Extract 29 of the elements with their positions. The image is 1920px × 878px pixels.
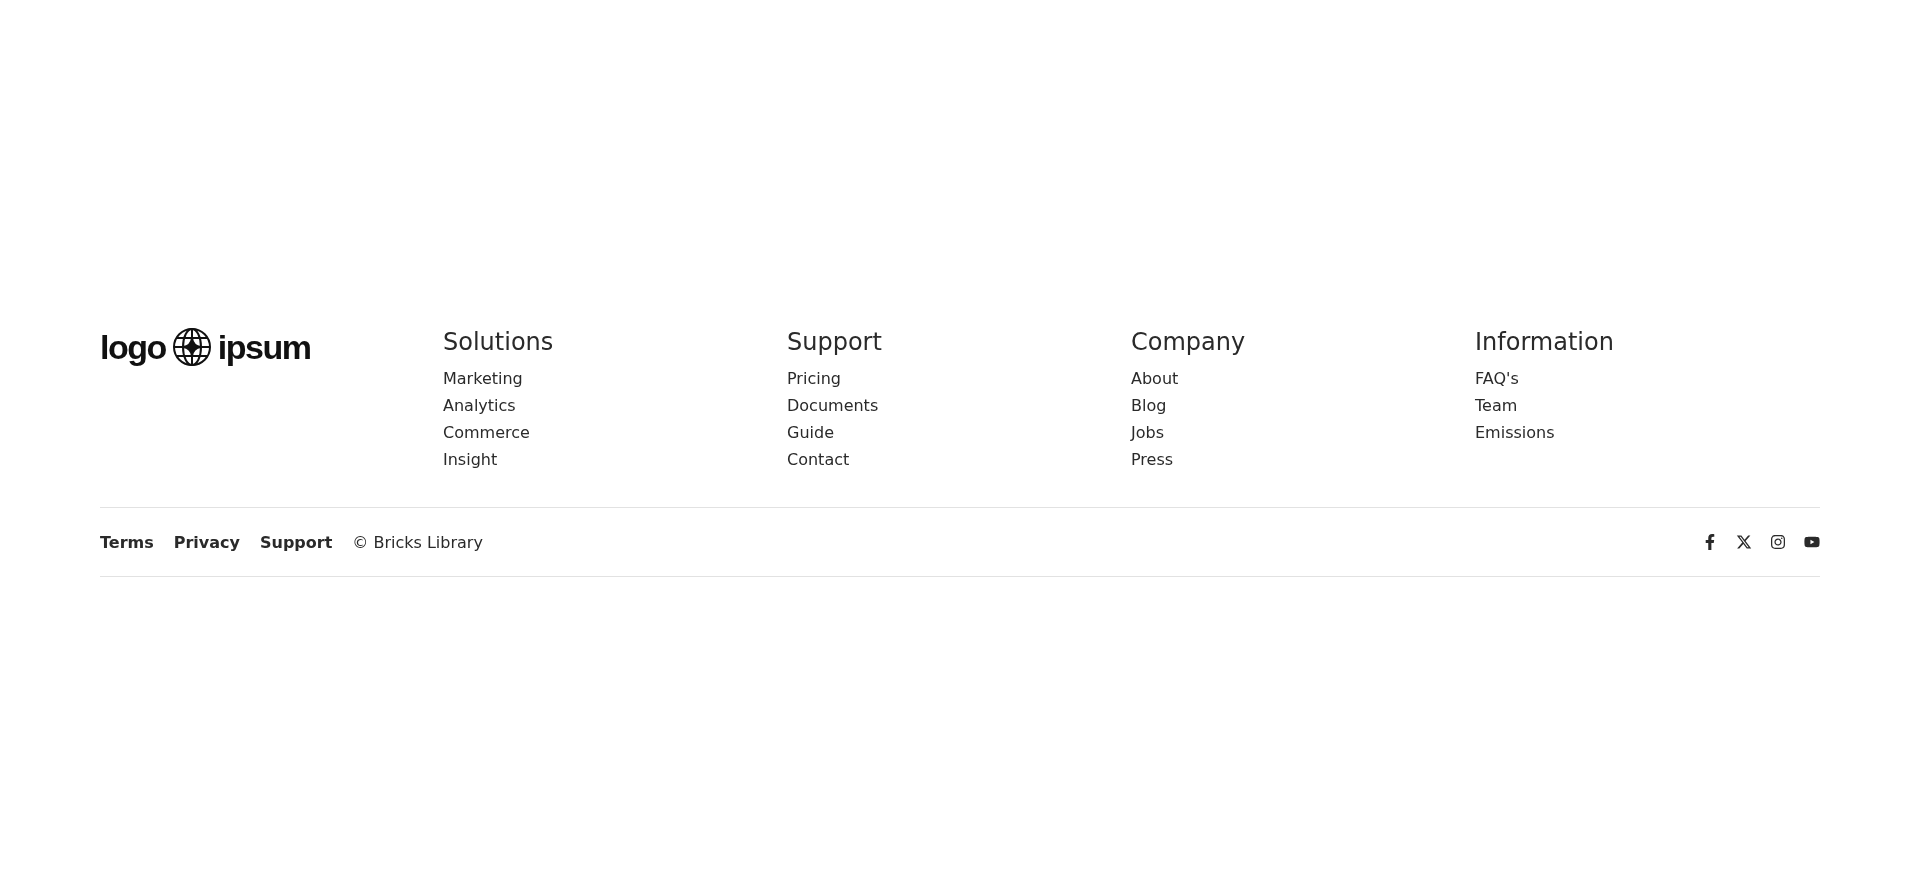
logo-word: ipsum	[217, 330, 311, 364]
footer-link[interactable]: About	[1131, 365, 1179, 392]
footer-link[interactable]: Analytics	[443, 392, 516, 419]
legal-link[interactable]: Privacy	[173, 532, 240, 552]
footer-link[interactable]: Pricing	[787, 365, 841, 392]
footer-link[interactable]: Team	[1475, 392, 1518, 419]
footer-link[interactable]: Contact	[787, 446, 850, 473]
globe-icon	[171, 327, 212, 367]
footer-link[interactable]: Marketing	[443, 365, 523, 392]
footer-link[interactable]: Commerce	[443, 419, 530, 446]
footer-link[interactable]: Documents	[787, 392, 879, 419]
footer-link[interactable]: Blog	[1131, 392, 1167, 419]
footer-link[interactable]: Insight	[443, 446, 498, 473]
youtube-icon[interactable]	[1804, 534, 1820, 550]
x-icon[interactable]	[1736, 534, 1752, 550]
legal-link[interactable]: Terms	[100, 532, 154, 552]
legal-link[interactable]: Support	[260, 532, 333, 552]
footer-link[interactable]: Emissions	[1475, 419, 1555, 446]
logo-word: logo	[100, 330, 166, 364]
column-heading: Information	[1475, 327, 1614, 358]
footer-link[interactable]: FAQ's	[1475, 365, 1519, 392]
footer-link[interactable]: Jobs	[1131, 419, 1164, 446]
footer-link[interactable]: Guide	[787, 419, 834, 446]
column-heading: Company	[1131, 327, 1246, 358]
instagram-icon[interactable]	[1770, 534, 1786, 550]
column-heading: Support	[787, 327, 882, 358]
footer-link[interactable]: Press	[1131, 446, 1174, 473]
copyright-text: © Bricks Library	[352, 532, 483, 552]
column-heading: Solutions	[443, 327, 554, 358]
